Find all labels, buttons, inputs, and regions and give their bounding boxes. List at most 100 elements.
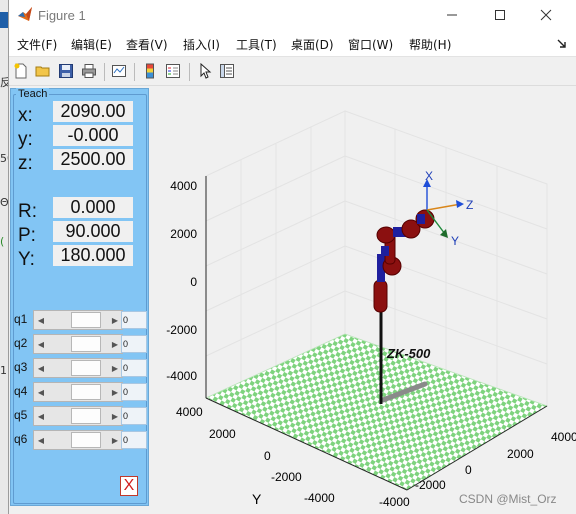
- menu-file[interactable]: 文件(F): [17, 36, 57, 53]
- property-inspector-button[interactable]: [217, 61, 237, 81]
- save-icon: [59, 64, 73, 78]
- maximize-icon: [495, 10, 505, 20]
- slider-right-arrow-icon[interactable]: ▶: [108, 407, 122, 425]
- joint-label: q4: [14, 384, 28, 398]
- edit-plot-button[interactable]: [195, 61, 215, 81]
- toolbar-separator: [189, 63, 190, 81]
- slider-thumb[interactable]: [71, 408, 101, 424]
- y-tick-label: -2000: [271, 470, 302, 484]
- joint-label: q1: [14, 312, 28, 326]
- menu-desktop[interactable]: 桌面(D): [291, 36, 334, 53]
- robot-3d-plot[interactable]: 4000 2000 0 -2000 -4000 4000 2000 0 -200…: [149, 86, 576, 514]
- joint-q1-slider[interactable]: ◀ ▶: [33, 310, 123, 330]
- yaw-value: 180.000: [53, 245, 133, 266]
- joint-label: q5: [14, 408, 28, 422]
- robot-elbow: [376, 226, 396, 244]
- x-tick-label: -4000: [379, 495, 410, 509]
- slider-left-arrow-icon[interactable]: ◀: [34, 431, 48, 449]
- link-plot-button[interactable]: [109, 61, 129, 81]
- slider-right-arrow-icon[interactable]: ▶: [108, 431, 122, 449]
- watermark-text: CSDN @Mist_Orz: [459, 492, 557, 506]
- slider-right-arrow-icon[interactable]: ▶: [108, 311, 122, 329]
- z-label: z:: [18, 153, 33, 174]
- slider-right-arrow-icon[interactable]: ▶: [108, 359, 122, 377]
- new-file-button[interactable]: [11, 61, 31, 81]
- joint-q3-value[interactable]: 0: [121, 359, 147, 377]
- joint-label: q2: [14, 336, 28, 350]
- frame-z-arrow-icon: [456, 200, 464, 208]
- slider-thumb[interactable]: [71, 384, 101, 400]
- link-plot-icon: [112, 65, 126, 77]
- background-text: 1: [0, 364, 7, 377]
- teach-panel: Teach x: 2090.00 y: -0.000 z: 2500.00 R:…: [10, 88, 149, 506]
- robot-joint-3: [381, 246, 389, 256]
- menu-help[interactable]: 帮助(H): [409, 36, 451, 53]
- frame-y-label: Y: [451, 234, 459, 248]
- x-label: x:: [18, 105, 33, 126]
- menu-insert[interactable]: 插入(I): [183, 36, 220, 53]
- z-tick-label: 2000: [170, 227, 197, 241]
- window-title: Figure 1: [38, 8, 86, 23]
- slider-left-arrow-icon[interactable]: ◀: [34, 335, 48, 353]
- title-bar: Figure 1: [9, 0, 576, 32]
- joint-label: q6: [14, 432, 28, 446]
- slider-right-arrow-icon[interactable]: ▶: [108, 335, 122, 353]
- y-tick-label: 0: [264, 449, 271, 463]
- floor-plane: [205, 333, 548, 491]
- menu-edit[interactable]: 编辑(E): [71, 36, 112, 53]
- new-file-icon: [14, 63, 27, 79]
- joint-q3-slider[interactable]: ◀ ▶: [33, 358, 123, 378]
- y-tick-label: 4000: [176, 405, 203, 419]
- joint-q2-value[interactable]: 0: [121, 335, 147, 353]
- joint-q6-slider[interactable]: ◀ ▶: [33, 430, 123, 450]
- slider-thumb[interactable]: [71, 432, 101, 448]
- frame-x-label: X: [425, 169, 433, 183]
- dock-arrow-icon[interactable]: [557, 39, 567, 49]
- open-folder-icon: [35, 66, 50, 77]
- joint-q6-value[interactable]: 0: [121, 431, 147, 449]
- save-button[interactable]: [56, 61, 76, 81]
- joint-q5-value[interactable]: 0: [121, 407, 147, 425]
- slider-thumb[interactable]: [71, 312, 101, 328]
- close-window-button[interactable]: [523, 0, 569, 30]
- print-button[interactable]: [79, 61, 99, 81]
- slider-left-arrow-icon[interactable]: ◀: [34, 311, 48, 329]
- figure-window: Figure 1 文件(F) 编辑(E) 查看(V) 插入(I) 工具(T) 桌…: [8, 0, 576, 514]
- joint-q4-slider[interactable]: ◀ ▶: [33, 382, 123, 402]
- slider-thumb[interactable]: [71, 336, 101, 352]
- z-tick-label: -4000: [166, 369, 197, 383]
- colorbar-button[interactable]: [140, 61, 160, 81]
- x-tick-label: -2000: [415, 478, 446, 492]
- toolbar-separator: [104, 63, 105, 81]
- print-icon: [82, 64, 96, 78]
- slider-left-arrow-icon[interactable]: ◀: [34, 359, 48, 377]
- menu-window[interactable]: 窗口(W): [348, 36, 393, 53]
- menu-view[interactable]: 查看(V): [126, 36, 168, 53]
- slider-thumb[interactable]: [71, 360, 101, 376]
- roll-label: R:: [18, 201, 37, 222]
- y-tick-label: 2000: [209, 427, 236, 441]
- joint-q1-value[interactable]: 0: [121, 311, 147, 329]
- joint-q5-slider[interactable]: ◀ ▶: [33, 406, 123, 426]
- teach-close-button[interactable]: X: [120, 476, 138, 496]
- y-axis-label: Y: [252, 491, 262, 507]
- maximize-button[interactable]: [477, 0, 523, 30]
- joint-label: q3: [14, 360, 28, 374]
- open-button[interactable]: [33, 61, 53, 81]
- roll-value: 0.000: [53, 197, 133, 218]
- slider-right-arrow-icon[interactable]: ▶: [108, 383, 122, 401]
- y-value: -0.000: [53, 125, 133, 146]
- joint-q4-value[interactable]: 0: [121, 383, 147, 401]
- property-inspector-icon: [220, 64, 234, 78]
- joint-q2-slider[interactable]: ◀ ▶: [33, 334, 123, 354]
- minimize-button[interactable]: [429, 0, 475, 30]
- legend-button[interactable]: [163, 61, 183, 81]
- pointer-icon: [200, 63, 212, 79]
- slider-left-arrow-icon[interactable]: ◀: [34, 383, 48, 401]
- matlab-logo-icon: [18, 7, 32, 21]
- yaw-label: Y:: [18, 249, 35, 270]
- slider-left-arrow-icon[interactable]: ◀: [34, 407, 48, 425]
- legend-icon: [166, 64, 180, 78]
- menu-tools[interactable]: 工具(T): [236, 36, 277, 53]
- x-tick-label: 4000: [551, 430, 576, 444]
